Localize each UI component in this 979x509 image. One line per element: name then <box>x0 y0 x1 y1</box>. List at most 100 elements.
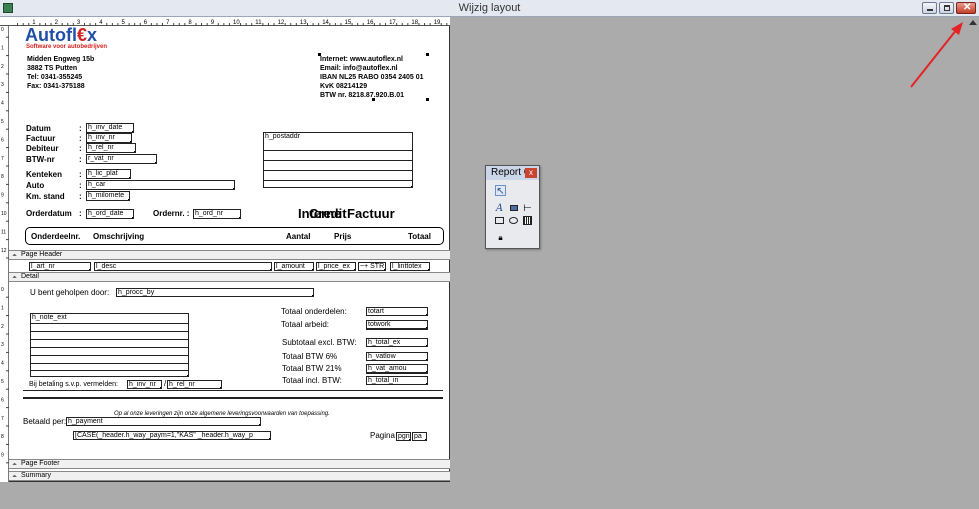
field-car[interactable]: h_car <box>86 180 235 190</box>
field-payment[interactable]: h_payment <box>66 417 261 426</box>
field-rel-nr[interactable]: h_rel_nr <box>86 143 136 153</box>
label-btw-21: Totaal BTW 21% <box>282 364 342 373</box>
ruler-number: 9 <box>1 193 4 199</box>
annotation-arrow <box>910 22 963 88</box>
barcode-tool-icon[interactable] <box>522 215 533 226</box>
ruler-number: 3 <box>1 342 4 348</box>
ruler-number: 6 <box>1 137 4 143</box>
collapse-icon[interactable]: ⏶ <box>12 473 17 481</box>
divider <box>23 390 443 391</box>
field-linttotex[interactable]: l_linttotex <box>390 262 430 271</box>
field-ord-nr[interactable]: h_ord_nr <box>193 209 241 219</box>
maximize-icon <box>944 5 950 11</box>
close-button[interactable]: ✕ <box>956 2 976 14</box>
field-page-num[interactable]: pgn <box>396 432 411 441</box>
close-icon: ✕ <box>963 2 972 13</box>
ruler-number: 7 <box>1 416 4 422</box>
label-orderdatum: Orderdatum <box>26 209 72 218</box>
label-debiteur: Debiteur <box>26 144 59 153</box>
lock-icon[interactable]: 🔒︎ <box>495 232 506 243</box>
field-price-ex[interactable]: l_price_ex <box>316 262 356 271</box>
title-factuur[interactable]: Factuur <box>347 206 395 221</box>
field-pay-rel-nr[interactable]: h_rel_nr <box>167 380 222 389</box>
company-tagline: Software voor autobedrijven <box>26 44 108 50</box>
field-milometer[interactable]: h_milomete <box>86 191 130 201</box>
label-helped-by: U bent geholpen door: <box>30 288 110 297</box>
contact-line: BTW nr. 8218.87.920.B.01 <box>320 92 405 99</box>
field-inv-date[interactable]: h_inv_date <box>86 123 134 133</box>
minimize-button[interactable] <box>922 2 937 14</box>
selection-handle[interactable] <box>426 53 429 56</box>
window-title: Wijzig layout <box>458 2 521 14</box>
title-bar: Wijzig layout ✕ <box>0 0 979 17</box>
field-vatlow[interactable]: h_vatlow <box>366 352 428 361</box>
rectangle-tool-icon[interactable] <box>494 215 505 226</box>
field-vat-amou[interactable]: h_vat_amou <box>366 364 428 373</box>
line-tool-icon[interactable]: ⊢ <box>522 203 533 214</box>
collapse-icon[interactable]: ⏶ <box>12 274 17 282</box>
label-subtotaal: Subtotaal excl. BTW: <box>282 338 357 347</box>
ruler-number: 7 <box>1 156 4 162</box>
band-detail[interactable]: ⏶ Detail <box>9 272 450 282</box>
field-pay-inv-nr[interactable]: h_inv_nr <box>127 380 162 389</box>
band-page-footer[interactable]: ⏶ Page Footer <box>9 459 450 469</box>
toolbox-close-button[interactable]: x <box>525 168 537 178</box>
label-km-stand: Km. stand <box>26 192 65 201</box>
label-ordernr: Ordernr. : <box>153 209 190 218</box>
selection-handle[interactable] <box>372 98 375 101</box>
pointer-icon[interactable]: ↖ <box>495 185 506 197</box>
field-vat-nr[interactable]: r_vat_nr <box>86 154 157 164</box>
ruler-number: 1 <box>1 45 4 51</box>
ruler-number: 8 <box>1 174 4 180</box>
field-amount[interactable]: l_amount <box>274 262 314 271</box>
band-summary[interactable]: ⏶ Summary <box>9 471 450 481</box>
maximize-button[interactable] <box>939 2 954 14</box>
label-betaald-per: Betaald per: <box>23 417 67 426</box>
ruler-number: 9 <box>1 453 4 459</box>
col-omschrijving: Omschrijving <box>93 232 145 241</box>
field-inv-nr[interactable]: h_inv_nr <box>86 133 132 143</box>
vertical-ruler: 0 1 2 3 4 5 6 7 8 9 10 11 12 0 1 2 3 4 5 6 7 8 9 <box>0 26 9 482</box>
label-auto: Auto <box>26 181 45 190</box>
selection-handle[interactable] <box>426 98 429 101</box>
collapse-icon[interactable]: ⏶ <box>12 252 17 260</box>
text-tool-icon[interactable]: A <box>494 203 505 214</box>
field-procc-by[interactable]: h_procc_by <box>116 288 314 297</box>
ruler-number: 10 <box>1 211 7 217</box>
scroll-up-icon[interactable] <box>969 20 977 25</box>
title-credit[interactable]: Credit <box>309 206 347 221</box>
minimize-icon <box>927 9 933 11</box>
field-ord-date[interactable]: h_ord_date <box>86 209 134 219</box>
band-page-header[interactable]: ⏶ Page Header <box>9 250 450 260</box>
label-btw-nr: BTW-nr <box>26 155 55 164</box>
ruler-number: 2 <box>1 64 4 70</box>
field-total-in[interactable]: h_total_in <box>366 376 428 385</box>
ruler-number: 1 <box>1 305 4 311</box>
field-case-expression[interactable]: [CASE(_header.h_way_paym=1,"KAS" _header… <box>73 431 271 440</box>
field-total-ex[interactable]: h_total_ex <box>366 338 428 347</box>
column-header-box[interactable] <box>25 227 444 245</box>
field-str[interactable]: ~+ STR <box>358 262 386 271</box>
label-datum: Datum <box>26 124 51 133</box>
vertical-scrollbar[interactable] <box>967 17 979 509</box>
report-toolbox[interactable]: Report C x ↖ A ⊢ 🔒︎ <box>485 165 540 249</box>
ruler-number: 5 <box>1 119 4 125</box>
ruler-number: 12 <box>1 248 7 254</box>
field-art-nr[interactable]: l_art_nr <box>29 262 91 271</box>
label-pagina: Pagina <box>370 431 395 440</box>
selection-handle[interactable] <box>318 53 321 56</box>
ruler-number: 5 <box>1 379 4 385</box>
collapse-icon[interactable]: ⏶ <box>12 461 17 469</box>
field-page-count[interactable]: pa <box>412 432 427 441</box>
field-lic-plat[interactable]: h_lic_plat <box>86 169 131 179</box>
image-tool-icon[interactable] <box>508 203 519 214</box>
field-totwork[interactable]: totwork <box>366 320 428 329</box>
ellipse-tool-icon[interactable] <box>508 215 519 226</box>
field-totart[interactable]: totart <box>366 307 428 316</box>
ruler-ticks-v: 01234567891011120123456789 <box>1 27 9 464</box>
label-payment-ref: Bij betaling s.v.p. vermelden: <box>29 381 118 388</box>
label-totaal-arbeid: Totaal arbeid: <box>281 320 330 329</box>
label-btw-6: Totaal BTW 6% <box>282 352 338 361</box>
report-canvas[interactable]: Autofl€x Software voor autobedrijven Mid… <box>9 25 450 482</box>
field-desc[interactable]: l_desc <box>94 262 272 271</box>
